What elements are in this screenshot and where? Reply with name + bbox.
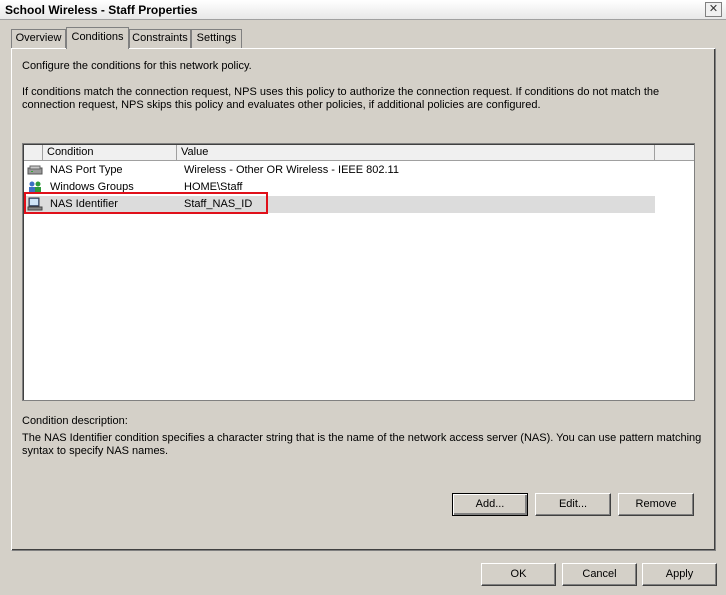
condition-value: Wireless - Other OR Wireless - IEEE 802.… <box>184 164 399 176</box>
tab-settings[interactable]: Settings <box>191 29 242 48</box>
condition-description-line-2: syntax to specify NAS names. <box>22 445 169 457</box>
ok-button[interactable]: OK <box>481 563 556 586</box>
cancel-button[interactable]: Cancel <box>562 563 637 586</box>
intro-paragraph-line-1: If conditions match the connection reque… <box>22 86 660 98</box>
tab-overview[interactable]: Overview <box>11 29 66 48</box>
highlight-box <box>24 192 268 214</box>
column-header-value-label: Value <box>181 146 209 158</box>
condition-description-line-1: The NAS Identifier condition specifies a… <box>22 432 702 444</box>
column-header-condition[interactable]: Condition <box>43 145 177 161</box>
condition-description-label: Condition description: <box>22 415 128 427</box>
column-header-value[interactable]: Value <box>177 145 655 161</box>
column-header-icon <box>24 145 43 161</box>
window-title: School Wireless - Staff Properties <box>5 3 198 17</box>
close-button[interactable]: ✕ <box>705 2 722 17</box>
intro-paragraph-line-2: connection request, NPS skips this polic… <box>22 99 541 111</box>
tab-conditions-label: Conditions <box>71 31 124 43</box>
tab-conditions[interactable]: Conditions <box>66 27 129 49</box>
intro-text: Configure the conditions for this networ… <box>22 60 252 72</box>
close-icon: ✕ <box>708 3 719 15</box>
condition-name: NAS Port Type <box>50 164 123 176</box>
column-header-condition-label: Condition <box>47 146 94 158</box>
table-row[interactable]: NAS Port Type Wireless - Other OR Wirele… <box>24 162 655 179</box>
edit-button[interactable]: Edit... <box>535 493 611 516</box>
add-button[interactable]: Add... <box>452 493 528 516</box>
tab-settings-label: Settings <box>196 32 237 44</box>
apply-button[interactable]: Apply <box>642 563 717 586</box>
title-bar: School Wireless - Staff Properties ✕ <box>0 0 726 20</box>
tab-constraints[interactable]: Constraints <box>129 29 191 48</box>
remove-button[interactable]: Remove <box>618 493 694 516</box>
column-header-filler <box>655 145 694 161</box>
nas-port-type-icon <box>27 165 43 175</box>
tab-overview-label: Overview <box>15 32 62 44</box>
tab-constraints-label: Constraints <box>132 32 188 44</box>
conditions-list[interactable]: Condition Value NAS Port Type Wireless -… <box>22 143 695 401</box>
